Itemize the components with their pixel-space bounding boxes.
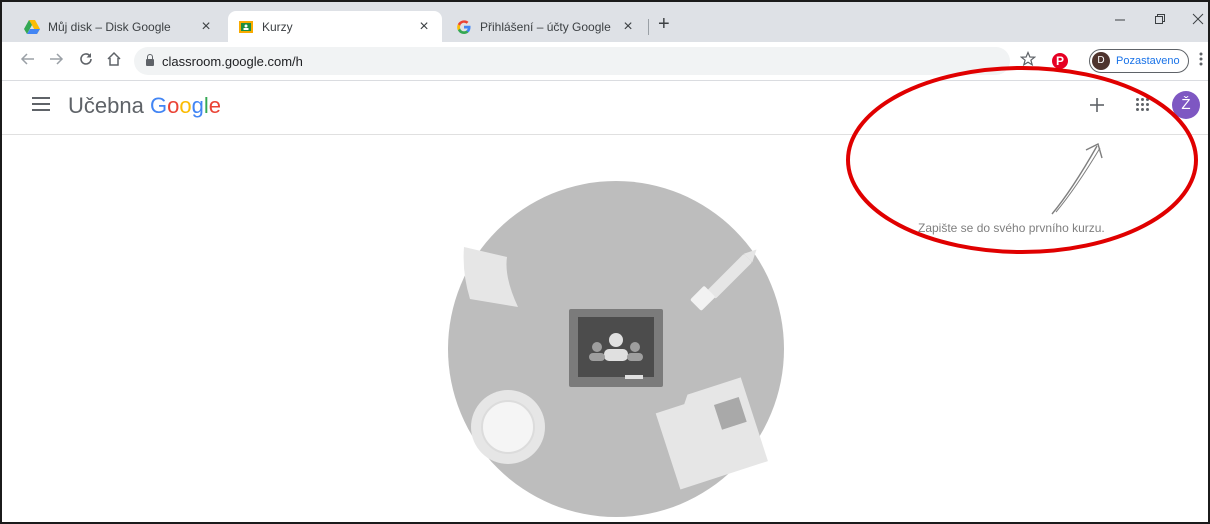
tab-title: Kurzy bbox=[262, 19, 293, 34]
url-text: classroom.google.com/h bbox=[162, 53, 303, 69]
lock-icon bbox=[146, 53, 154, 66]
annotation-ellipse bbox=[846, 66, 1198, 254]
teacher-icon bbox=[609, 333, 623, 347]
minimize-button[interactable] bbox=[1114, 12, 1126, 30]
minimize-icon bbox=[1115, 19, 1125, 21]
home-icon bbox=[107, 51, 121, 66]
arrow-right-icon bbox=[50, 53, 64, 65]
tab-separator bbox=[648, 19, 649, 35]
tab-courses[interactable]: Kurzy × bbox=[228, 11, 442, 42]
app-title[interactable]: Učebna Google bbox=[68, 93, 221, 119]
back-button[interactable] bbox=[20, 51, 36, 72]
reload-button[interactable] bbox=[78, 51, 94, 72]
menu-icon bbox=[32, 97, 50, 99]
google-wordmark: Google bbox=[149, 93, 221, 118]
google-drive-icon bbox=[24, 19, 40, 34]
reload-icon bbox=[80, 53, 92, 65]
tab-title: Můj disk – Disk Google bbox=[48, 19, 171, 34]
google-g-icon bbox=[457, 19, 471, 34]
window-close-button[interactable] bbox=[1192, 12, 1204, 30]
classroom-icon bbox=[239, 20, 253, 33]
home-button[interactable] bbox=[106, 51, 122, 72]
tab-title: Přihlášení – účty Google bbox=[480, 19, 611, 34]
main-menu-button[interactable] bbox=[32, 97, 50, 115]
browser-window: Můj disk – Disk Google × Kurzy × Přihláš… bbox=[0, 0, 1210, 524]
tab-my-drive[interactable]: Můj disk – Disk Google × bbox=[14, 11, 224, 42]
close-icon[interactable]: × bbox=[198, 18, 214, 36]
close-icon[interactable]: × bbox=[620, 18, 636, 36]
restore-icon bbox=[1155, 14, 1165, 24]
restore-button[interactable] bbox=[1154, 12, 1166, 30]
tab-strip: Můj disk – Disk Google × Kurzy × Přihláš… bbox=[2, 2, 1208, 42]
empty-state-illustration bbox=[448, 181, 784, 517]
close-icon[interactable]: × bbox=[416, 18, 432, 36]
new-tab-button[interactable]: + bbox=[658, 14, 670, 34]
app-title-prefix: Učebna bbox=[68, 93, 144, 118]
arrow-left-icon bbox=[20, 53, 34, 65]
forward-button[interactable] bbox=[48, 51, 64, 72]
close-icon bbox=[1192, 13, 1204, 25]
tab-google-sign-in[interactable]: Přihlášení – účty Google × bbox=[446, 11, 646, 42]
